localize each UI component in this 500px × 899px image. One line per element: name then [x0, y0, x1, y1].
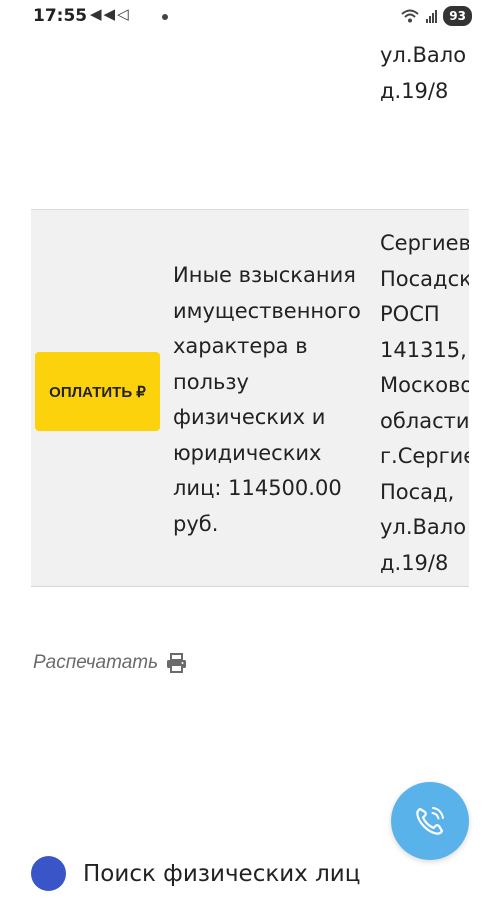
- bullet-dot-icon: [31, 856, 66, 891]
- department-line: РОСП: [380, 302, 440, 326]
- table-row: ОПЛАТИТЬ ₽ Иные взыскания имущественного…: [31, 210, 469, 587]
- description-line: руб.: [173, 511, 219, 536]
- print-link-label: Распечатать: [33, 652, 159, 673]
- signal-icon: [426, 9, 438, 23]
- call-button[interactable]: [391, 782, 469, 860]
- address-line: ул.Вало: [380, 43, 467, 67]
- status-time: 17:55: [33, 6, 88, 26]
- department-cell: Сергиев Посадск РОСП 141315, Москово обл…: [380, 226, 469, 581]
- print-link[interactable]: Распечатать: [33, 652, 187, 674]
- telegram-notification-icons: ◀◀◁: [90, 5, 131, 23]
- department-line: Посад,: [380, 479, 455, 504]
- status-bar: 17:55 ◀◀◁ 93: [0, 0, 500, 34]
- debts-table[interactable]: ул.Вало д.19/8 ОПЛАТИТЬ ₽ Иные взыскания…: [31, 34, 469, 594]
- pay-button[interactable]: ОПЛАТИТЬ ₽: [35, 352, 160, 431]
- table-row: ул.Вало д.19/8: [31, 34, 469, 210]
- battery-badge: 93: [443, 6, 472, 26]
- address-line: д.19/8: [380, 78, 449, 103]
- search-individuals-label: Поиск физических лиц: [83, 860, 361, 887]
- description-line: юридических: [173, 440, 322, 465]
- description-line: характера в: [173, 334, 308, 358]
- wifi-icon: [401, 9, 419, 23]
- description-cell: Иные взыскания имущественного характера …: [173, 258, 361, 542]
- description-line: имущественного: [173, 298, 361, 323]
- department-line: ул.Вало: [380, 515, 467, 539]
- department-line: Сергиев: [380, 231, 469, 255]
- description-line: Иные взыскания: [173, 263, 356, 287]
- status-indicators: 93: [400, 5, 472, 27]
- department-line: 141315,: [380, 337, 467, 362]
- description-line: пользу: [173, 369, 249, 394]
- department-line: Москово: [380, 373, 469, 397]
- department-line: области: [380, 408, 469, 433]
- phone-icon: [416, 807, 444, 835]
- department-line: д.19/8: [380, 550, 449, 575]
- printer-icon: [167, 653, 187, 673]
- department-line: г.Сергие: [380, 444, 469, 468]
- more-notifications-dot: [162, 14, 168, 20]
- search-individuals-item[interactable]: Поиск физических лиц: [31, 856, 360, 891]
- department-cell: ул.Вало д.19/8: [380, 38, 466, 109]
- description-line: лиц: 114500.00: [173, 476, 342, 500]
- department-line: Посадск: [380, 266, 469, 291]
- description-line: физических и: [173, 405, 326, 429]
